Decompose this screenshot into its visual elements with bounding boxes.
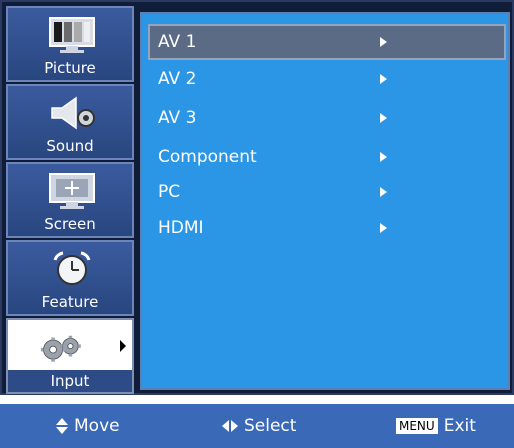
selected-arrow-icon: [120, 340, 126, 352]
sidebar-item-label: Input: [8, 370, 132, 392]
input-menu-panel: AV 1 AV 2 AV 3 Component PC HDMI: [140, 12, 510, 390]
sidebar-item-label: Picture: [44, 59, 96, 77]
up-down-arrows-icon: [56, 418, 68, 434]
menu-item-label: PC: [158, 182, 181, 202]
category-sidebar: Picture Sound Screen Feature Input: [6, 6, 134, 394]
alarm-clock-icon: [46, 250, 98, 288]
menu-item-label: HDMI: [158, 218, 204, 238]
sidebar-item-label: Feature: [41, 293, 99, 311]
gears-icon: [34, 328, 86, 366]
help-move-label: Move: [74, 416, 120, 436]
menu-item-hdmi[interactable]: HDMI: [148, 210, 506, 246]
menu-item-label: AV 3: [158, 108, 197, 128]
menu-item-av3[interactable]: AV 3: [148, 100, 506, 136]
sidebar-item-picture[interactable]: Picture: [6, 6, 134, 82]
screen-adjust-icon: [46, 172, 98, 210]
menu-item-component[interactable]: Component: [148, 139, 506, 175]
menu-key-badge: MENU: [396, 418, 438, 434]
menu-item-label: AV 1: [158, 32, 197, 52]
sidebar-item-screen[interactable]: Screen: [6, 162, 134, 238]
sidebar-item-label: Screen: [44, 215, 96, 233]
right-arrow-icon: [380, 187, 387, 197]
right-arrow-icon: [380, 152, 387, 162]
sidebar-item-label: Sound: [46, 137, 94, 155]
menu-item-av2[interactable]: AV 2: [148, 61, 506, 97]
help-exit: MENU Exit: [396, 404, 476, 448]
menu-item-av1[interactable]: AV 1: [148, 24, 506, 60]
help-move: Move: [56, 404, 120, 448]
sidebar-item-input[interactable]: Input: [6, 318, 134, 394]
help-select-label: Select: [244, 416, 297, 436]
sidebar-item-sound[interactable]: Sound: [6, 84, 134, 160]
help-bar: Move Select MENU Exit: [0, 404, 514, 448]
right-arrow-icon: [380, 113, 387, 123]
help-select: Select: [222, 404, 296, 448]
menu-item-label: AV 2: [158, 69, 197, 89]
menu-item-pc[interactable]: PC: [148, 174, 506, 210]
right-arrow-icon: [380, 223, 387, 233]
right-arrow-icon: [380, 37, 387, 47]
help-exit-label: Exit: [443, 416, 476, 436]
speaker-icon: [46, 94, 98, 132]
sidebar-item-feature[interactable]: Feature: [6, 240, 134, 316]
menu-item-label: Component: [158, 147, 257, 167]
osd-frame: Picture Sound Screen Feature Input AV 1 …: [0, 0, 514, 395]
right-arrow-icon: [380, 74, 387, 84]
left-right-arrows-icon: [222, 420, 240, 432]
monitor-icon: [46, 16, 98, 54]
